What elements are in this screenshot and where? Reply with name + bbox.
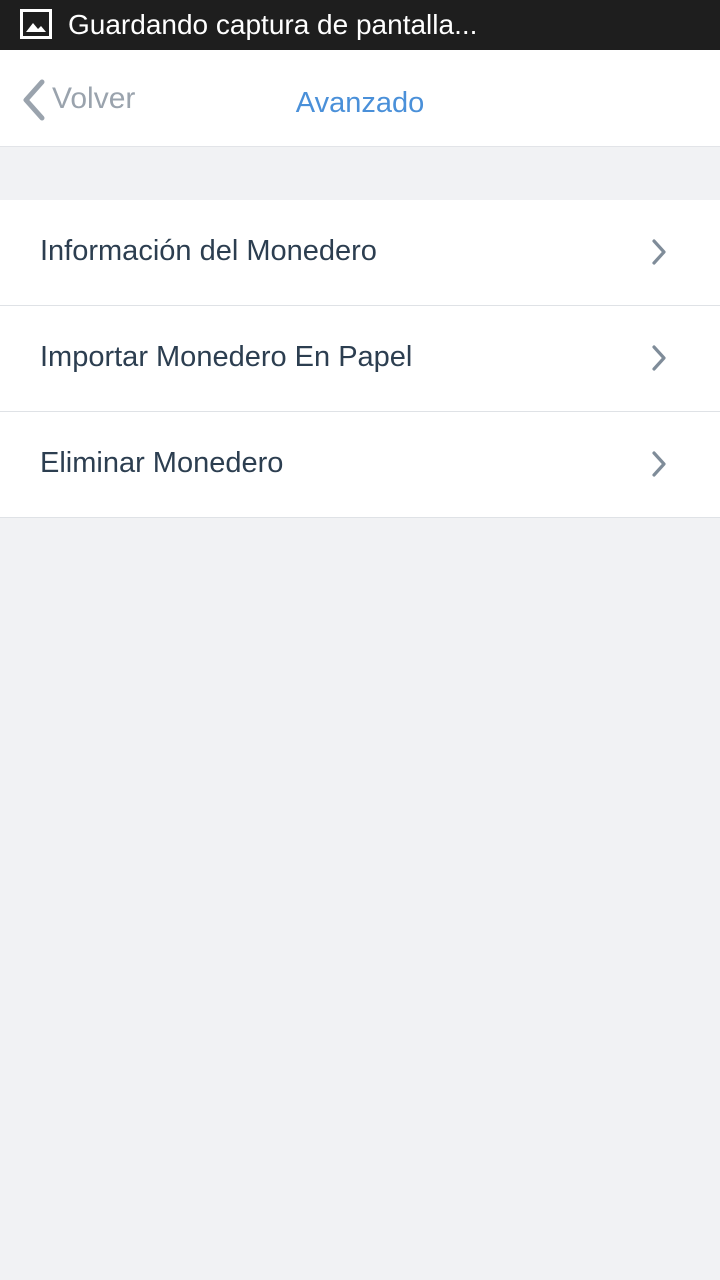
navigation-bar: Volver Avanzado: [0, 50, 720, 147]
menu-item-label: Eliminar Monedero: [40, 447, 284, 479]
status-bar: Guardando captura de pantalla...: [0, 0, 720, 50]
status-notification-text: Guardando captura de pantalla...: [68, 9, 478, 40]
chevron-right-icon: [652, 345, 666, 371]
menu-list: Información del Monedero Importar Monede…: [0, 200, 720, 518]
menu-item-import-paper-wallet[interactable]: Importar Monedero En Papel: [0, 306, 720, 412]
menu-item-label: Información del Monedero: [40, 235, 377, 267]
menu-item-wallet-info[interactable]: Información del Monedero: [0, 200, 720, 306]
page-title: Avanzado: [295, 87, 425, 119]
image-icon: [20, 9, 52, 39]
chevron-right-icon: [652, 239, 666, 265]
chevron-right-icon: [652, 451, 666, 477]
menu-item-delete-wallet[interactable]: Eliminar Monedero: [0, 412, 720, 518]
menu-item-label: Importar Monedero En Papel: [40, 341, 413, 373]
